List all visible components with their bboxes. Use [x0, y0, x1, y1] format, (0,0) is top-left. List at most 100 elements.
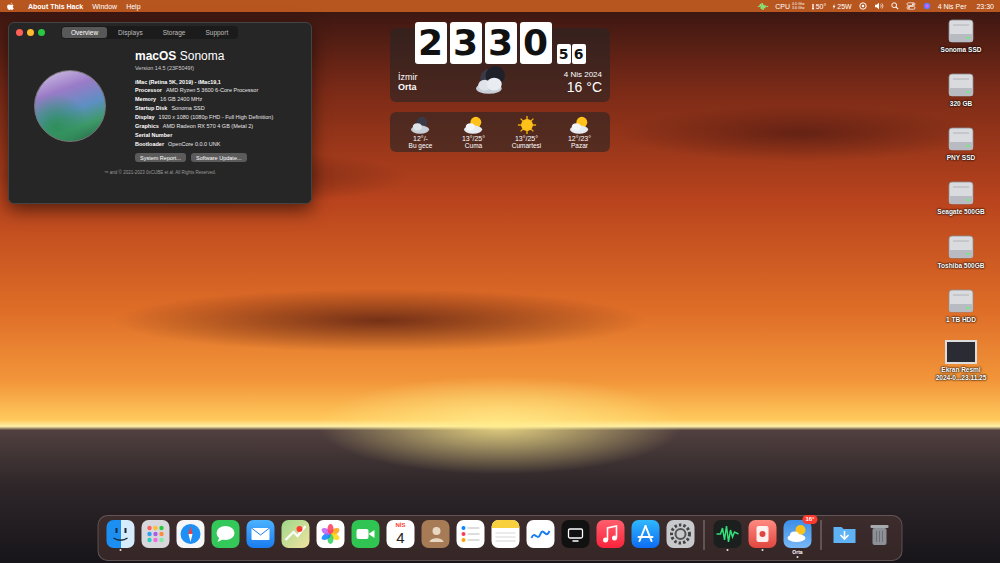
widgets: 233056İzmirOrta4 Nis 202416 °C 12°/-Bu ge…	[390, 28, 610, 152]
mail-icon	[247, 520, 275, 548]
copyright: ™ and © 2021-2023 0xCUBE et al. All Righ…	[9, 164, 311, 179]
about-button[interactable]: Software Update...	[191, 153, 247, 162]
desktop-icon[interactable]: 1 TB HDD	[946, 286, 976, 324]
dock-item[interactable]	[142, 520, 170, 551]
power-status[interactable]: 25W	[832, 3, 851, 10]
moon-cloud-icon	[407, 115, 435, 135]
dock-item[interactable]: NİS4	[387, 520, 415, 551]
menu-date[interactable]: 4 Nis Per	[938, 3, 967, 10]
menu-time[interactable]: 23:30	[976, 3, 994, 10]
search-icon[interactable]	[890, 2, 900, 10]
dock-item[interactable]	[317, 520, 345, 551]
about-window[interactable]: OverviewDisplaysStorageSupport macOS Sono…	[8, 22, 312, 204]
running-indicator	[400, 549, 402, 551]
hard-disk-icon	[946, 286, 976, 316]
volume-icon[interactable]	[874, 2, 884, 10]
forecast-day: 13°/25°Cumartesi	[500, 115, 553, 149]
tab[interactable]: Support	[196, 27, 237, 38]
desktop-icon[interactable]: Ekran Resmi2024-0...23.11.25	[936, 340, 987, 382]
dock-item[interactable]	[422, 520, 450, 551]
clock-weather-widget[interactable]: 233056İzmirOrta4 Nis 202416 °C	[390, 28, 610, 102]
desktop-icon[interactable]: Sonoma SSD	[941, 16, 982, 54]
photos-icon	[317, 520, 345, 548]
bolt-icon	[832, 3, 836, 10]
running-indicator	[505, 549, 507, 551]
os-title: macOS Sonoma	[135, 50, 273, 63]
dock-item[interactable]	[667, 520, 695, 551]
running-indicator	[797, 556, 799, 558]
settings-icon	[667, 520, 695, 548]
waveform-icon[interactable]	[757, 2, 769, 11]
clock-digit: 3	[485, 22, 517, 64]
dock-label: Orta	[792, 549, 802, 555]
minimize-button[interactable]	[27, 29, 34, 36]
forecast-widget[interactable]: 12°/-Bu gece13°/25°Cuma13°/25°Cumartesi1…	[390, 112, 610, 152]
hard-disk-icon	[946, 232, 976, 262]
running-indicator	[575, 549, 577, 551]
dock-item[interactable]	[107, 520, 135, 551]
forecast-day: 12°/-Bu gece	[394, 115, 447, 149]
sun-cloud-icon	[460, 115, 488, 135]
dock-item[interactable]	[831, 520, 859, 551]
screenshot-thumbnail-icon	[945, 340, 977, 364]
dock-item[interactable]	[714, 520, 742, 551]
appstore-icon	[632, 520, 660, 548]
desktop-icon[interactable]: PNY SSD	[946, 124, 976, 162]
dock-item[interactable]	[492, 520, 520, 551]
seconds-digit: 6	[572, 44, 586, 64]
temperature-status[interactable]: 50°	[811, 3, 827, 10]
dock-item[interactable]	[282, 520, 310, 551]
maps-icon	[282, 520, 310, 548]
tab-bar: OverviewDisplaysStorageSupport	[61, 26, 238, 39]
safari-icon	[177, 520, 205, 548]
forecast-day: 13°/25°Cuma	[447, 115, 500, 149]
dock-item[interactable]: 16°Orta	[784, 520, 812, 558]
running-indicator	[365, 549, 367, 551]
dock-item[interactable]	[562, 520, 590, 551]
running-indicator	[762, 549, 764, 551]
reminders-icon	[457, 520, 485, 548]
app-menu[interactable]: About This Hack	[28, 3, 83, 10]
seconds-digit: 5	[557, 44, 571, 64]
notification-badge: 16°	[802, 515, 817, 524]
apple-icon[interactable]	[6, 2, 15, 11]
dock-item[interactable]	[457, 520, 485, 551]
desktop-icon[interactable]: 320 GB	[946, 70, 976, 108]
about-button[interactable]: System Report...	[135, 153, 186, 162]
facetime-icon	[352, 520, 380, 548]
dock-item[interactable]	[632, 520, 660, 551]
menu-item[interactable]: Window	[92, 3, 117, 10]
desktop-icon[interactable]: Seagate 500GB	[937, 178, 984, 216]
running-indicator	[844, 549, 846, 551]
launchpad-icon	[142, 520, 170, 548]
title-bar[interactable]: OverviewDisplaysStorageSupport	[9, 23, 311, 42]
dock-item[interactable]	[749, 520, 777, 551]
siri-icon[interactable]	[922, 2, 932, 10]
running-indicator	[295, 549, 297, 551]
dock-item[interactable]	[527, 520, 555, 551]
condition: Orta	[398, 82, 418, 92]
dock-item[interactable]	[247, 520, 275, 551]
running-indicator	[879, 549, 881, 551]
model-name: iMac (Retina 5K, 2019) - iMac19,1	[135, 79, 273, 85]
tab[interactable]: Displays	[109, 27, 152, 38]
focus-icon[interactable]	[858, 2, 868, 10]
cpu-monitor[interactable]: CPU4.0 Ghz3.6 Ghz	[775, 2, 804, 10]
dock-item[interactable]	[866, 520, 894, 551]
dock-item[interactable]	[212, 520, 240, 551]
tab[interactable]: Storage	[154, 27, 195, 38]
menu-item[interactable]: Help	[126, 3, 140, 10]
zoom-button[interactable]	[38, 29, 45, 36]
desktop-icons: Sonoma SSD 320 GB PNY SSD Seagate 500GB Tosh…	[926, 16, 996, 382]
spec-row: Startup DiskSonoma SSD	[135, 105, 273, 112]
tab[interactable]: Overview	[62, 27, 107, 38]
dock-item[interactable]	[597, 520, 625, 551]
weather-icon	[784, 520, 812, 548]
close-button[interactable]	[16, 29, 23, 36]
control-center-icon[interactable]	[906, 2, 916, 10]
dock-item[interactable]	[177, 520, 205, 551]
contacts-icon	[422, 520, 450, 548]
dock-item[interactable]	[352, 520, 380, 551]
freeform-icon	[527, 520, 555, 548]
desktop-icon[interactable]: Toshiba 500GB	[938, 232, 985, 270]
